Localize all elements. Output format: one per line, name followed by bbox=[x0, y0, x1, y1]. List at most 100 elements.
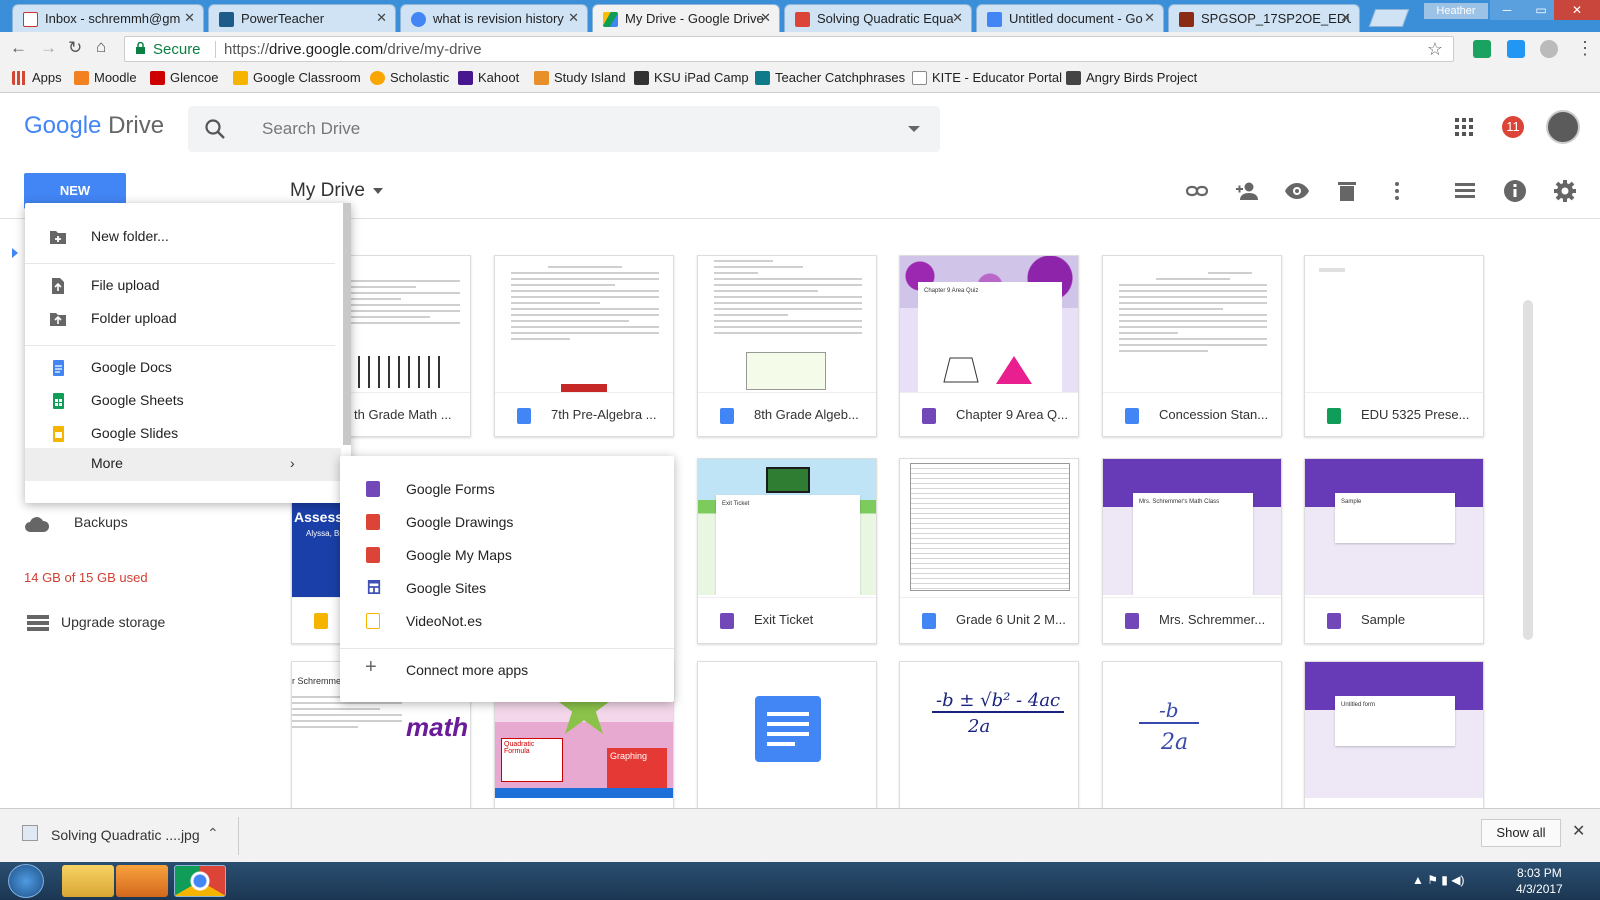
file-card[interactable]: 8th Grade Algeb... bbox=[697, 255, 877, 437]
tab-spgsop[interactable]: SPGSOP_17SP2OE_EDU ✕ bbox=[1168, 4, 1360, 32]
chevron-down-icon[interactable] bbox=[373, 188, 383, 194]
file-name: 7th Pre-Algebra ... bbox=[551, 407, 657, 422]
tab-untitled-document[interactable]: Untitled document - Go ✕ bbox=[976, 4, 1164, 32]
search-input[interactable]: Search Drive bbox=[262, 119, 360, 139]
submenu-item-google-my-maps[interactable]: Google My Maps bbox=[340, 540, 674, 572]
submenu-item-google-forms[interactable]: Google Forms bbox=[340, 474, 674, 506]
preview-eye-icon[interactable] bbox=[1284, 178, 1310, 204]
new-tab-button[interactable] bbox=[1368, 9, 1410, 27]
scrollbar[interactable] bbox=[1523, 300, 1533, 640]
close-tab-icon[interactable]: ✕ bbox=[184, 10, 195, 26]
list-view-icon[interactable] bbox=[1452, 178, 1478, 204]
bookmark-apps[interactable]: Apps bbox=[12, 70, 62, 85]
extension-d-icon[interactable] bbox=[1507, 40, 1525, 58]
forward-icon[interactable]: → bbox=[40, 38, 57, 58]
bookmark-google-classroom[interactable]: Google Classroom bbox=[233, 70, 361, 85]
file-card[interactable]: Untitled form bbox=[1304, 661, 1484, 809]
tab-my-drive[interactable]: My Drive - Google Drive ✕ bbox=[592, 4, 780, 32]
file-card[interactable]: Chapter 9 Area Quiz Chapter 9 Area Q... bbox=[899, 255, 1079, 437]
profile-name[interactable]: Heather bbox=[1424, 3, 1488, 19]
menu-item-file-upload[interactable]: File upload bbox=[25, 270, 345, 302]
file-card[interactable] bbox=[697, 661, 877, 809]
extension-classroom-icon[interactable] bbox=[1473, 40, 1491, 58]
chrome-icon[interactable] bbox=[174, 865, 226, 897]
bookmark-kahoot[interactable]: Kahoot bbox=[458, 70, 519, 85]
info-icon[interactable] bbox=[1502, 178, 1528, 204]
forms-icon bbox=[922, 408, 936, 424]
address-bar[interactable]: Secure https://drive.google.com/drive/my… bbox=[124, 36, 1454, 62]
file-card[interactable]: Sample Sample bbox=[1304, 458, 1484, 644]
tab-solving-quadratic[interactable]: Solving Quadratic Equa ✕ bbox=[784, 4, 972, 32]
media-player-icon[interactable] bbox=[116, 865, 168, 897]
bookmark-teacher-catchphrases[interactable]: Teacher Catchphrases bbox=[755, 70, 905, 85]
file-card[interactable]: EDU 5325 Prese... bbox=[1304, 255, 1484, 437]
bookmark-kite[interactable]: KITE - Educator Portal bbox=[912, 70, 1062, 85]
bookmark-scholastic[interactable]: Scholastic bbox=[370, 70, 449, 85]
file-card[interactable]: 7th Pre-Algebra ... bbox=[494, 255, 674, 437]
bookmark-glencoe[interactable]: Glencoe bbox=[150, 70, 218, 85]
search-box[interactable]: Search Drive bbox=[188, 106, 940, 152]
search-options-icon[interactable] bbox=[908, 126, 920, 132]
back-icon[interactable]: ← bbox=[10, 38, 27, 58]
more-actions-icon[interactable] bbox=[1384, 178, 1410, 204]
close-tab-icon[interactable]: ✕ bbox=[1340, 10, 1351, 26]
bookmark-star-icon[interactable]: ☆ bbox=[1427, 39, 1443, 60]
menu-item-folder-upload[interactable]: Folder upload bbox=[25, 303, 345, 335]
menu-item-google-docs[interactable]: Google Docs bbox=[25, 352, 345, 384]
show-all-button[interactable]: Show all bbox=[1481, 819, 1561, 847]
bookmark-angry-birds[interactable]: Angry Birds Project bbox=[1066, 70, 1197, 85]
file-card[interactable]: -b 2a bbox=[1102, 661, 1282, 809]
bookmark-ksu-ipad-camp[interactable]: KSU iPad Camp bbox=[634, 70, 749, 85]
chrome-menu-icon[interactable]: ⋮ bbox=[1576, 38, 1594, 59]
menu-item-new-folder[interactable]: New folder... bbox=[25, 221, 345, 253]
link-icon[interactable] bbox=[1184, 178, 1210, 204]
chevron-up-icon[interactable]: ⌃ bbox=[207, 825, 219, 842]
submenu-item-google-sites[interactable]: Google Sites bbox=[340, 573, 674, 605]
close-tab-icon[interactable]: ✕ bbox=[952, 10, 963, 26]
tab-powerteacher[interactable]: PowerTeacher ✕ bbox=[208, 4, 396, 32]
close-icon[interactable]: ✕ bbox=[1572, 821, 1585, 841]
file-card[interactable]: Grade 6 Unit 2 M... bbox=[899, 458, 1079, 644]
tab-revision-history[interactable]: what is revision history ✕ bbox=[400, 4, 588, 32]
bookmark-moodle[interactable]: Moodle bbox=[74, 70, 137, 85]
menu-item-google-slides[interactable]: Google Slides bbox=[25, 418, 345, 450]
close-tab-icon[interactable]: ✕ bbox=[568, 10, 579, 26]
maximize-button[interactable]: ▭ bbox=[1524, 0, 1558, 20]
settings-gear-icon[interactable] bbox=[1552, 178, 1578, 204]
file-card[interactable]: Mrs. Schremmer's Math Class Mrs. Schremm… bbox=[1102, 458, 1282, 644]
drive-logo[interactable]: Google Drive bbox=[24, 112, 164, 140]
reload-icon[interactable]: ↻ bbox=[68, 38, 82, 58]
system-tray-icons[interactable]: ▲ ⚑ ▮ ◀) bbox=[1412, 873, 1464, 887]
start-button[interactable] bbox=[8, 864, 44, 898]
close-window-button[interactable]: ✕ bbox=[1554, 0, 1600, 20]
search-icon[interactable] bbox=[204, 118, 226, 140]
google-apps-icon[interactable] bbox=[1454, 117, 1474, 137]
file-explorer-icon[interactable] bbox=[62, 865, 114, 897]
extension-cloud-icon[interactable] bbox=[1540, 40, 1558, 58]
download-file-name[interactable]: Solving Quadratic ....jpg bbox=[51, 827, 200, 843]
sidebar-item-backups[interactable]: Backups bbox=[74, 514, 128, 530]
expand-arrow-icon[interactable] bbox=[12, 248, 18, 258]
bookmark-study-island[interactable]: Study Island bbox=[534, 70, 626, 85]
file-card[interactable]: Concession Stan... bbox=[1102, 255, 1282, 437]
submenu-item-connect-more-apps[interactable]: + Connect more apps bbox=[340, 655, 674, 687]
close-tab-icon[interactable]: ✕ bbox=[376, 10, 387, 26]
menu-item-more[interactable]: More › bbox=[25, 448, 341, 481]
page-title[interactable]: My Drive bbox=[290, 180, 365, 202]
notifications-badge[interactable]: 11 bbox=[1502, 116, 1524, 138]
home-icon[interactable]: ⌂ bbox=[96, 37, 106, 57]
trash-icon[interactable] bbox=[1334, 178, 1360, 204]
avatar[interactable] bbox=[1546, 110, 1580, 144]
minimize-button[interactable]: ─ bbox=[1490, 0, 1524, 20]
clock[interactable]: 8:03 PM 4/3/2017 bbox=[1516, 865, 1563, 897]
menu-item-google-sheets[interactable]: Google Sheets bbox=[25, 385, 345, 417]
close-tab-icon[interactable]: ✕ bbox=[760, 10, 771, 26]
tab-inbox[interactable]: Inbox - schremmh@gm ✕ bbox=[12, 4, 204, 32]
upgrade-storage-link[interactable]: Upgrade storage bbox=[61, 614, 165, 630]
close-tab-icon[interactable]: ✕ bbox=[1144, 10, 1155, 26]
file-card[interactable]: -b ± √b² - 4ac 2a bbox=[899, 661, 1079, 809]
add-person-icon[interactable] bbox=[1234, 178, 1260, 204]
file-card[interactable]: Exit Ticket Exit Ticket bbox=[697, 458, 877, 644]
submenu-item-videonotes[interactable]: VideoNot.es bbox=[340, 606, 674, 638]
submenu-item-google-drawings[interactable]: Google Drawings bbox=[340, 507, 674, 539]
